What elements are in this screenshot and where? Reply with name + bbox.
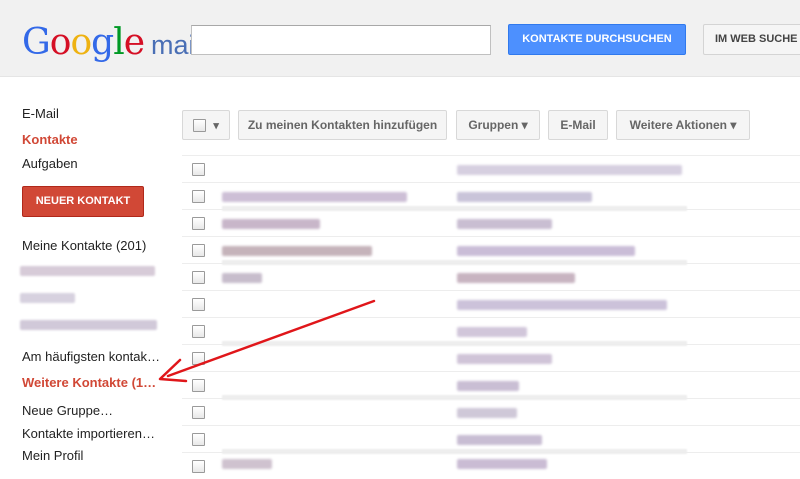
blurred-email: [457, 300, 667, 310]
web-search-button[interactable]: IM WEB SUCHE: [703, 24, 800, 55]
blurred-email: [457, 219, 552, 229]
blurred-email: [457, 165, 682, 175]
blurred-email: [457, 327, 527, 337]
sidebar: E-Mail Kontakte Aufgaben NEUER KONTAKT M…: [0, 77, 170, 465]
sidebar-item-email[interactable]: E-Mail: [22, 106, 162, 121]
chevron-down-icon: ▾: [213, 120, 219, 132]
row-checkbox[interactable]: [192, 217, 205, 230]
table-row[interactable]: [182, 398, 800, 425]
row-checkbox[interactable]: [192, 325, 205, 338]
row-checkbox[interactable]: [192, 190, 205, 203]
blurred-email: [457, 435, 542, 445]
more-actions-dropdown-button[interactable]: Weitere Aktionen ▾: [616, 110, 750, 140]
blurred-email: [457, 381, 519, 391]
blurred-name: [222, 192, 407, 202]
checkbox-icon: [193, 119, 206, 133]
table-row[interactable]: [182, 425, 800, 454]
row-checkbox[interactable]: [192, 433, 205, 446]
blurred-name: [222, 273, 262, 283]
table-row[interactable]: [182, 317, 800, 346]
logo-letter: l: [113, 22, 124, 63]
table-row[interactable]: [182, 155, 800, 182]
logo-wordmark: Google: [22, 22, 145, 63]
row-checkbox[interactable]: [192, 244, 205, 257]
email-button[interactable]: E-Mail: [548, 110, 608, 140]
row-checkbox[interactable]: [192, 298, 205, 311]
table-row[interactable]: [182, 209, 800, 236]
blurred-name: [222, 219, 320, 229]
logo-letter: o: [70, 22, 92, 63]
search-input[interactable]: [191, 25, 491, 55]
row-checkbox[interactable]: [192, 406, 205, 419]
logo-letter: e: [123, 22, 145, 63]
sidebar-item-most-contacted[interactable]: Am häufigsten kontak…: [22, 349, 162, 364]
row-checkbox[interactable]: [192, 352, 205, 365]
row-checkbox[interactable]: [192, 271, 205, 284]
sidebar-item-import-contacts[interactable]: Kontakte importieren…: [22, 426, 162, 441]
groups-dropdown-button[interactable]: Gruppen ▾: [456, 110, 540, 140]
sidebar-item-new-group[interactable]: Neue Gruppe…: [22, 403, 162, 418]
table-row[interactable]: [182, 263, 800, 290]
sidebar-item-my-contacts[interactable]: Meine Kontakte (201): [22, 238, 162, 253]
row-checkbox[interactable]: [192, 163, 205, 176]
logo-letter: g: [91, 22, 114, 63]
table-row[interactable]: [182, 344, 800, 371]
sidebar-item-contacts[interactable]: Kontakte: [22, 132, 162, 147]
blurred-group-name[interactable]: [20, 293, 75, 303]
logo-letter: o: [49, 22, 72, 63]
blurred-name: [222, 459, 272, 469]
logo-letter: G: [22, 22, 51, 63]
table-row[interactable]: [182, 371, 800, 400]
blurred-email: [457, 408, 517, 418]
blurred-email: [457, 246, 635, 256]
blurred-name: [222, 246, 372, 256]
blurred-group-name[interactable]: [20, 320, 157, 330]
table-row[interactable]: [182, 182, 800, 211]
top-bar: Google mail KONTAKTE DURCHSUCHEN IM WEB …: [0, 0, 800, 77]
search-contacts-button[interactable]: KONTAKTE DURCHSUCHEN: [508, 24, 686, 55]
blurred-email: [457, 192, 592, 202]
table-row[interactable]: [182, 452, 800, 479]
table-row[interactable]: [182, 236, 800, 265]
sidebar-item-other-contacts[interactable]: Weitere Kontakte (1…: [22, 375, 162, 390]
row-checkbox[interactable]: [192, 460, 205, 473]
sidebar-item-my-profile[interactable]: Mein Profil: [22, 448, 162, 463]
row-checkbox[interactable]: [192, 379, 205, 392]
contacts-table: [182, 155, 800, 479]
new-contact-button[interactable]: NEUER KONTAKT: [22, 186, 144, 217]
select-all-dropdown[interactable]: ▾: [182, 110, 230, 140]
google-mail-logo[interactable]: Google mail: [22, 22, 201, 63]
sidebar-item-tasks[interactable]: Aufgaben: [22, 156, 162, 171]
add-to-my-contacts-button[interactable]: Zu meinen Kontakten hinzufügen: [238, 110, 447, 140]
blurred-email: [457, 354, 552, 364]
blurred-email: [457, 459, 547, 469]
blurred-email: [457, 273, 575, 283]
table-row[interactable]: [182, 290, 800, 317]
blurred-group-name[interactable]: [20, 266, 155, 276]
